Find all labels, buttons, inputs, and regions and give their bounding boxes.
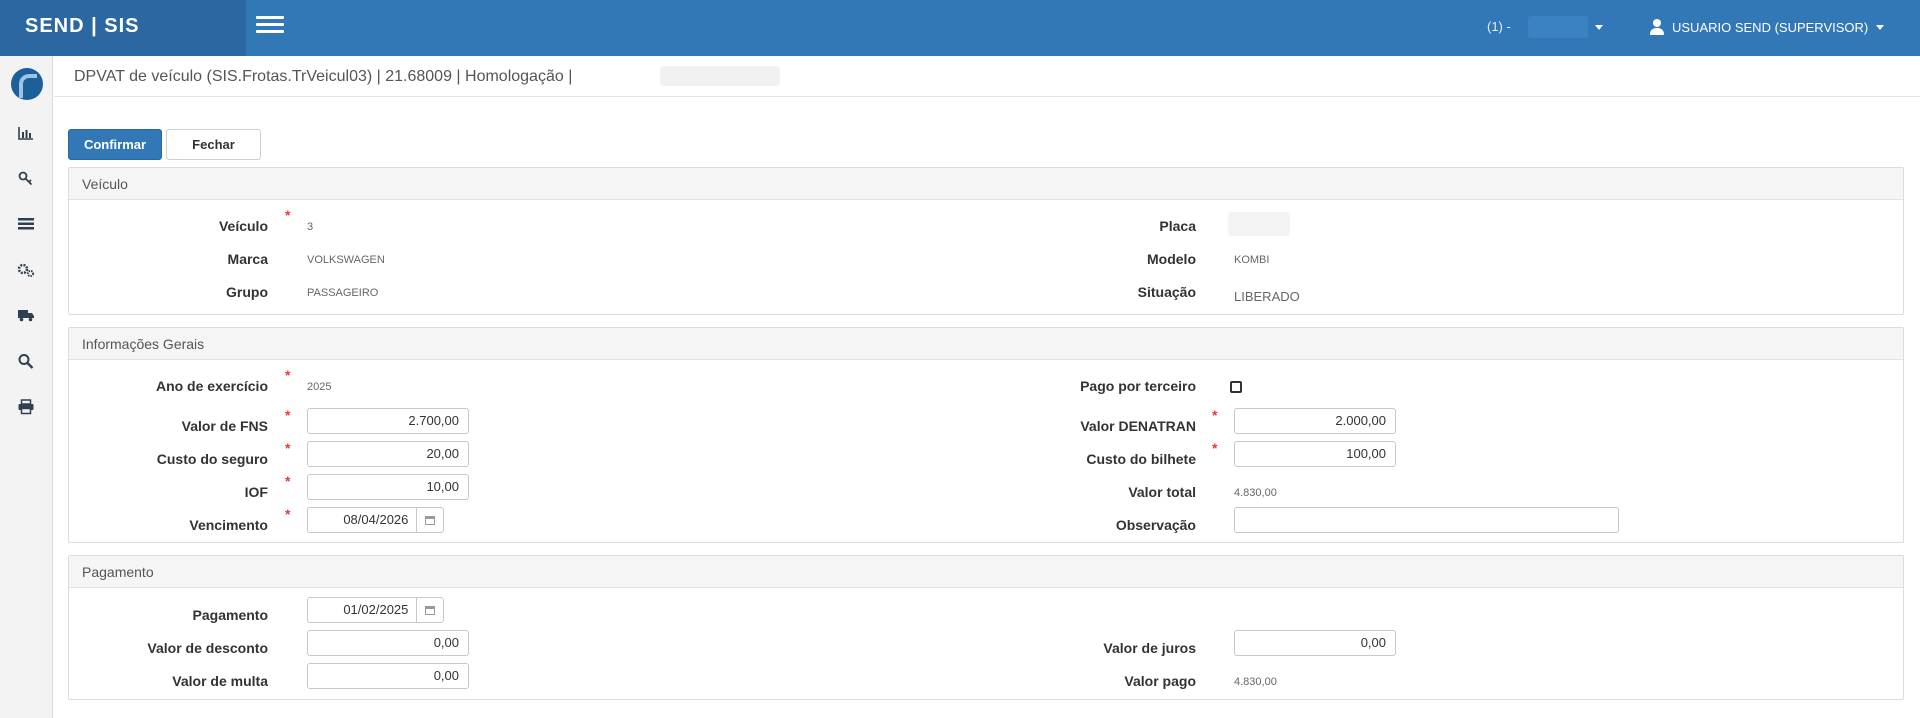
status-label: Situação xyxy=(1137,284,1196,300)
insurance-cost-input[interactable]: 20,00 xyxy=(307,441,469,467)
paid-by-third-checkbox[interactable] xyxy=(1230,381,1242,393)
year-value: 2025 xyxy=(307,381,332,393)
iof-label: IOF xyxy=(244,484,268,500)
fine-label: Valor de multa xyxy=(172,673,268,689)
paid-amount-label: Valor pago xyxy=(1124,673,1196,689)
brand-logo[interactable]: SEND | SIS xyxy=(0,0,246,56)
vehicle-panel-heading: Veículo xyxy=(69,168,1903,200)
insurance-cost-label: Custo do seguro xyxy=(156,451,268,467)
key-icon[interactable] xyxy=(17,170,35,186)
user-icon xyxy=(1650,19,1664,35)
print-icon[interactable] xyxy=(17,399,35,415)
sidebar xyxy=(0,56,53,718)
model-value: KOMBI xyxy=(1234,254,1270,266)
general-info-heading: Informações Gerais xyxy=(69,328,1903,360)
brand-label: Marca xyxy=(227,251,268,267)
required-marker: * xyxy=(285,367,291,383)
required-marker: * xyxy=(285,473,291,489)
payment-date-label: Pagamento xyxy=(192,607,268,623)
denatran-label: Valor DENATRAN xyxy=(1080,418,1196,434)
menu-toggle-icon[interactable] xyxy=(256,16,284,36)
required-marker: * xyxy=(1212,440,1218,456)
truck-icon[interactable] xyxy=(17,307,35,323)
calendar-icon[interactable] xyxy=(416,508,443,532)
due-date-value[interactable]: 08/04/2026 xyxy=(308,508,416,532)
company-name-redacted xyxy=(1528,16,1588,38)
interest-label: Valor de juros xyxy=(1103,640,1196,656)
vehicle-value: 3 xyxy=(307,221,314,233)
list-icon[interactable] xyxy=(17,216,35,232)
search-icon[interactable] xyxy=(17,353,35,369)
plate-value-redacted xyxy=(1228,212,1290,236)
page-title: DPVAT de veículo (SIS.Frotas.TrVeicul03)… xyxy=(74,68,573,85)
year-label: Ano de exercício xyxy=(155,378,268,394)
notes-input[interactable] xyxy=(1234,507,1619,533)
due-date-label: Vencimento xyxy=(189,517,268,533)
status-value: LIBERADO xyxy=(1234,289,1300,304)
fns-input[interactable]: 2.700,00 xyxy=(307,408,469,434)
due-date-input[interactable]: 08/04/2026 xyxy=(307,507,444,533)
ticket-cost-label: Custo do bilhete xyxy=(1086,451,1196,467)
payment-date-input[interactable]: 01/02/2025 xyxy=(307,597,444,623)
environment-redacted xyxy=(660,66,780,86)
paid-amount-value: 4.830,00 xyxy=(1234,676,1277,688)
group-value: PASSAGEIRO xyxy=(307,287,379,299)
ticket-cost-input[interactable]: 100,00 xyxy=(1234,441,1396,467)
cogs-icon[interactable] xyxy=(17,262,35,278)
calendar-icon[interactable] xyxy=(416,598,443,622)
top-bar: SEND | SIS (1) - USUARIO SEND (SUPERVISO… xyxy=(0,0,1920,56)
payment-date-value[interactable]: 01/02/2025 xyxy=(308,598,416,622)
user-menu[interactable]: USUARIO SEND (SUPERVISOR) xyxy=(1650,19,1885,35)
required-marker: * xyxy=(285,440,291,456)
interest-input[interactable]: 0,00 xyxy=(1234,630,1396,656)
bar-chart-icon[interactable] xyxy=(17,125,35,141)
required-marker: * xyxy=(285,407,291,423)
company-selector[interactable]: (1) - xyxy=(1487,19,1511,34)
required-marker: * xyxy=(285,506,291,522)
denatran-input[interactable]: 2.000,00 xyxy=(1234,408,1396,434)
logo-icon[interactable] xyxy=(11,68,43,100)
required-marker: * xyxy=(285,207,291,223)
group-label: Grupo xyxy=(226,284,268,300)
discount-label: Valor de desconto xyxy=(147,640,268,656)
title-bar: DPVAT de veículo (SIS.Frotas.TrVeicul03)… xyxy=(54,56,1920,97)
plate-label: Placa xyxy=(1159,218,1196,234)
user-name: USUARIO SEND (SUPERVISOR) xyxy=(1672,19,1869,35)
total-label: Valor total xyxy=(1128,484,1196,500)
chevron-down-icon[interactable] xyxy=(1595,25,1603,30)
fine-input[interactable]: 0,00 xyxy=(307,663,469,689)
iof-input[interactable]: 10,00 xyxy=(307,474,469,500)
chevron-down-icon xyxy=(1876,24,1885,30)
model-label: Modelo xyxy=(1147,251,1196,267)
confirm-button[interactable]: Confirmar xyxy=(68,129,162,160)
payment-heading: Pagamento xyxy=(69,556,1903,588)
notes-label: Observação xyxy=(1115,517,1196,533)
required-marker: * xyxy=(1212,407,1218,423)
close-button[interactable]: Fechar xyxy=(166,129,261,160)
discount-input[interactable]: 0,00 xyxy=(307,630,469,656)
total-value: 4.830,00 xyxy=(1234,487,1277,499)
vehicle-label: Veículo xyxy=(218,218,268,234)
brand-value: VOLKSWAGEN xyxy=(307,254,385,266)
paid-by-third-label: Pago por terceiro xyxy=(1080,378,1196,394)
fns-label: Valor de FNS xyxy=(181,418,268,434)
